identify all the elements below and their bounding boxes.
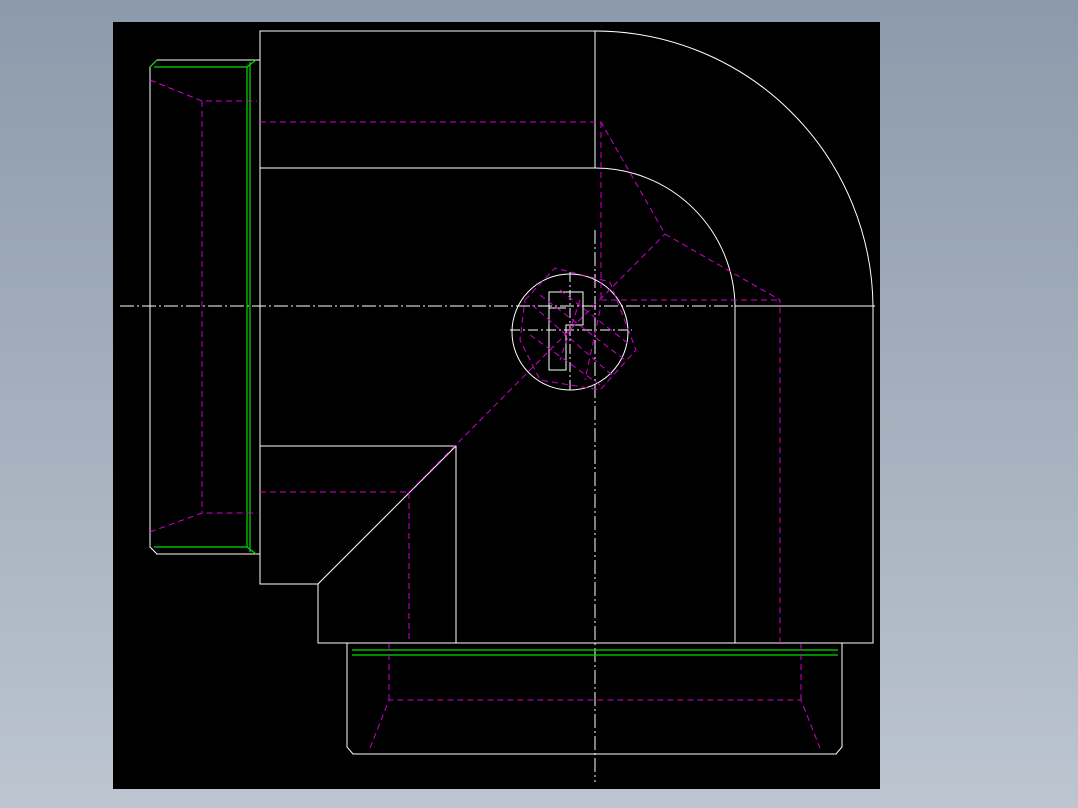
cad-viewport[interactable] bbox=[0, 0, 1078, 808]
drawing-canvas[interactable] bbox=[113, 22, 880, 789]
